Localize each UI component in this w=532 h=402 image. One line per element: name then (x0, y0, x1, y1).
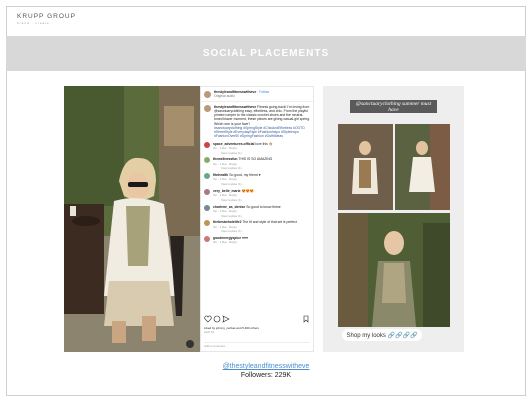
instagram-post: thestyleandfitnesswitheve · Follow Origi… (200, 86, 314, 352)
comment-text: THIS IS SO AMAZING (238, 157, 273, 162)
likes-count: Liked by johnny_cerbas and 5,460 others … (204, 326, 259, 335)
view-replies-link[interactable]: View replies (1) (221, 214, 281, 219)
bookmark-icon[interactable] (303, 315, 309, 323)
comment-item: fitnhealth So good, my friend ♥ 3w · 1 l… (201, 171, 313, 187)
caption-hashtags[interactable]: #sanctuaryclothing #SpringStyle #ChicAnd… (214, 126, 310, 139)
page-title: SOCIAL PLACEMENTS (202, 48, 330, 59)
post-actions (204, 315, 310, 323)
comment-text: 😍😍😍 (241, 188, 255, 193)
story-photo (395, 124, 450, 210)
comment-avatar[interactable] (204, 173, 210, 179)
comment-item: thebestwholelife2 The fit and style of t… (201, 218, 313, 234)
comment-item: thewellnessfun THIS IS SO AMAZING 3w · 1… (201, 155, 313, 171)
view-replies-link[interactable]: View replies (1) (221, 229, 297, 234)
comment-item: very_belle_marie 😍😍😍 3w · 1 like · Reply… (201, 187, 313, 203)
story-collage: @sanctuaryclothing summer must have Shop… (323, 86, 464, 352)
comment-avatar[interactable] (204, 141, 210, 148)
story-photo (338, 213, 450, 327)
post-header: thestyleandfitnesswitheve · Follow Origi… (201, 87, 313, 102)
followers-count: Followers: 229K (240, 372, 292, 379)
add-comment-input[interactable]: Add a comment… (204, 342, 310, 349)
comment-avatar[interactable] (204, 188, 210, 195)
comment-avatar[interactable] (204, 204, 210, 211)
view-replies-link[interactable]: View replies (1) (221, 198, 254, 203)
caption-avatar[interactable] (204, 104, 211, 112)
follow-button[interactable]: · Follow (257, 90, 269, 94)
comment-item: space_adventures.official love this 👏🏼 3… (201, 140, 313, 156)
comment-text: love this 👏🏼 (255, 141, 274, 146)
post-caption: thestyleandfitnesswitheve Fitness going … (201, 102, 313, 140)
influencer-photo (64, 86, 200, 352)
comment-item: charlene_as_denise So good to know these… (201, 203, 313, 219)
view-replies-link[interactable]: View replies (1) (221, 166, 272, 171)
comment-text: The fit and style of that set is perfect (242, 220, 297, 225)
story-heading: @sanctuaryclothing summer must have (350, 100, 437, 113)
comment-list: space_adventures.official love this 👏🏼 3… (201, 140, 313, 246)
comment-avatar[interactable] (204, 157, 210, 164)
post-date: April 15 (204, 329, 215, 334)
shop-my-looks-button[interactable]: Shop my looks 🔗🔗🔗🔗 (342, 329, 422, 341)
share-icon[interactable] (222, 315, 230, 323)
comment-meta: 3w · 1 like · Reply (213, 240, 237, 245)
avatar[interactable] (204, 90, 211, 98)
comment-text: ♥♥♥ (242, 236, 249, 240)
comment-text: So good to know these (246, 204, 281, 209)
comment-icon[interactable] (213, 315, 221, 323)
post-audio[interactable]: Original audio (214, 94, 269, 98)
comment-user[interactable]: charlene_as_denise (213, 205, 245, 209)
story-photo (338, 124, 393, 210)
comment-avatar[interactable] (204, 220, 210, 227)
logo-name: KRUPP GROUP (17, 13, 76, 20)
account-handle-link[interactable]: @thestyleandfitnesswitheve (0, 363, 532, 370)
comment-item: goodenergyspice ♥♥♥ 3w · 1 like · Reply (201, 234, 313, 245)
title-banner: SOCIAL PLACEMENTS (6, 36, 526, 71)
heart-icon[interactable] (204, 315, 212, 323)
view-replies-link[interactable]: View replies (1) (221, 182, 261, 187)
comment-avatar[interactable] (204, 236, 210, 242)
comment-meta: 3w · 1 like · Reply (213, 208, 237, 213)
company-logo: KRUPP GROUP brand · create (17, 13, 76, 25)
photo-illustration (64, 86, 200, 352)
logo-tagline: brand · create (17, 21, 50, 25)
view-replies-link[interactable]: View replies (1) (221, 151, 273, 156)
comment-user[interactable]: thebestwholelife2 (213, 220, 241, 224)
comment-user[interactable]: space_adventures.official (213, 142, 254, 146)
comment-user[interactable]: thewellnessfun (213, 157, 238, 161)
comment-meta: 3w · 1 like · Reply (213, 145, 237, 150)
